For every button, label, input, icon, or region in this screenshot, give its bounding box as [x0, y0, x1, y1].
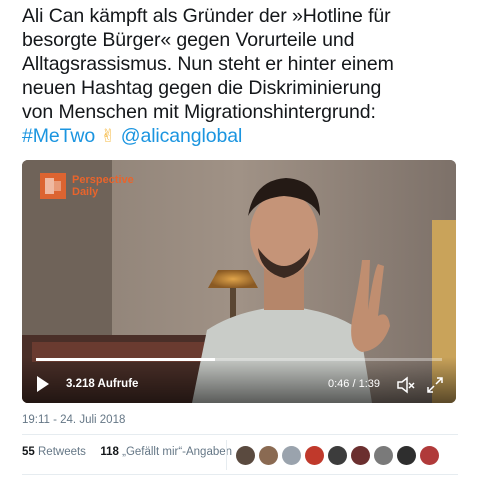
progress-fill — [36, 358, 215, 361]
retweets-count[interactable]: 55 — [22, 446, 35, 458]
avatar[interactable] — [236, 446, 255, 465]
logo-mark-icon — [40, 173, 66, 199]
tweet-timestamp[interactable]: 19:11 - 24. Juli 2018 — [22, 414, 125, 426]
view-count: 3.218 Aufrufe — [66, 378, 139, 390]
avatar[interactable] — [397, 446, 416, 465]
perspective-daily-logo: Perspective Daily — [40, 173, 134, 199]
volume-icon[interactable] — [396, 376, 416, 394]
tweet-line: neuen Hashtag gegen die Diskriminierung — [22, 77, 382, 99]
tweet-line: besorgte Bürger« gegen Vorurteile und — [22, 29, 355, 51]
tweet-line-tags: #MeTwo ✌ @alicanglobal — [22, 124, 467, 149]
avatar[interactable] — [328, 446, 347, 465]
likes-count[interactable]: 118 — [100, 446, 119, 458]
avatar[interactable] — [374, 446, 393, 465]
avatar[interactable] — [305, 446, 324, 465]
retweets-label[interactable]: Retweets — [38, 446, 86, 458]
time-display: 0:46 / 1:39 — [328, 378, 380, 390]
divider — [22, 474, 458, 475]
avatar[interactable] — [282, 446, 301, 465]
logo-line2: Daily — [72, 186, 99, 198]
video-player[interactable]: Perspective Daily 3.218 Aufrufe 0:46 / 1… — [22, 160, 456, 403]
avatar[interactable] — [259, 446, 278, 465]
tweet-line: Ali Can kämpft als Gründer der »Hotline … — [22, 5, 391, 27]
avatar[interactable] — [351, 446, 370, 465]
likes-label[interactable]: „Gefällt mir“-Angaben — [122, 446, 232, 458]
divider — [22, 434, 458, 435]
logo-line1: Perspective — [72, 174, 134, 186]
tweet-text: Ali Can kämpft als Gründer der »Hotline … — [22, 4, 467, 149]
mention-link[interactable]: @alicanglobal — [121, 125, 243, 147]
victory-hand-emoji: ✌ — [100, 126, 116, 147]
progress-bar[interactable] — [36, 358, 442, 361]
avatar[interactable] — [420, 446, 439, 465]
stats-separator — [226, 440, 227, 470]
engagement-stats: 55 Retweets 118 „Gefällt mir“-Angaben — [22, 446, 232, 458]
tweet-line: Alltagsrassismus. Nun steht er hinter ei… — [22, 53, 394, 75]
tweet-line: von Menschen mit Migrationshintergrund: — [22, 101, 376, 123]
hashtag-link[interactable]: #MeTwo — [22, 125, 95, 147]
liker-avatars — [236, 446, 439, 465]
play-icon[interactable] — [36, 375, 50, 393]
fullscreen-icon[interactable] — [427, 377, 443, 393]
